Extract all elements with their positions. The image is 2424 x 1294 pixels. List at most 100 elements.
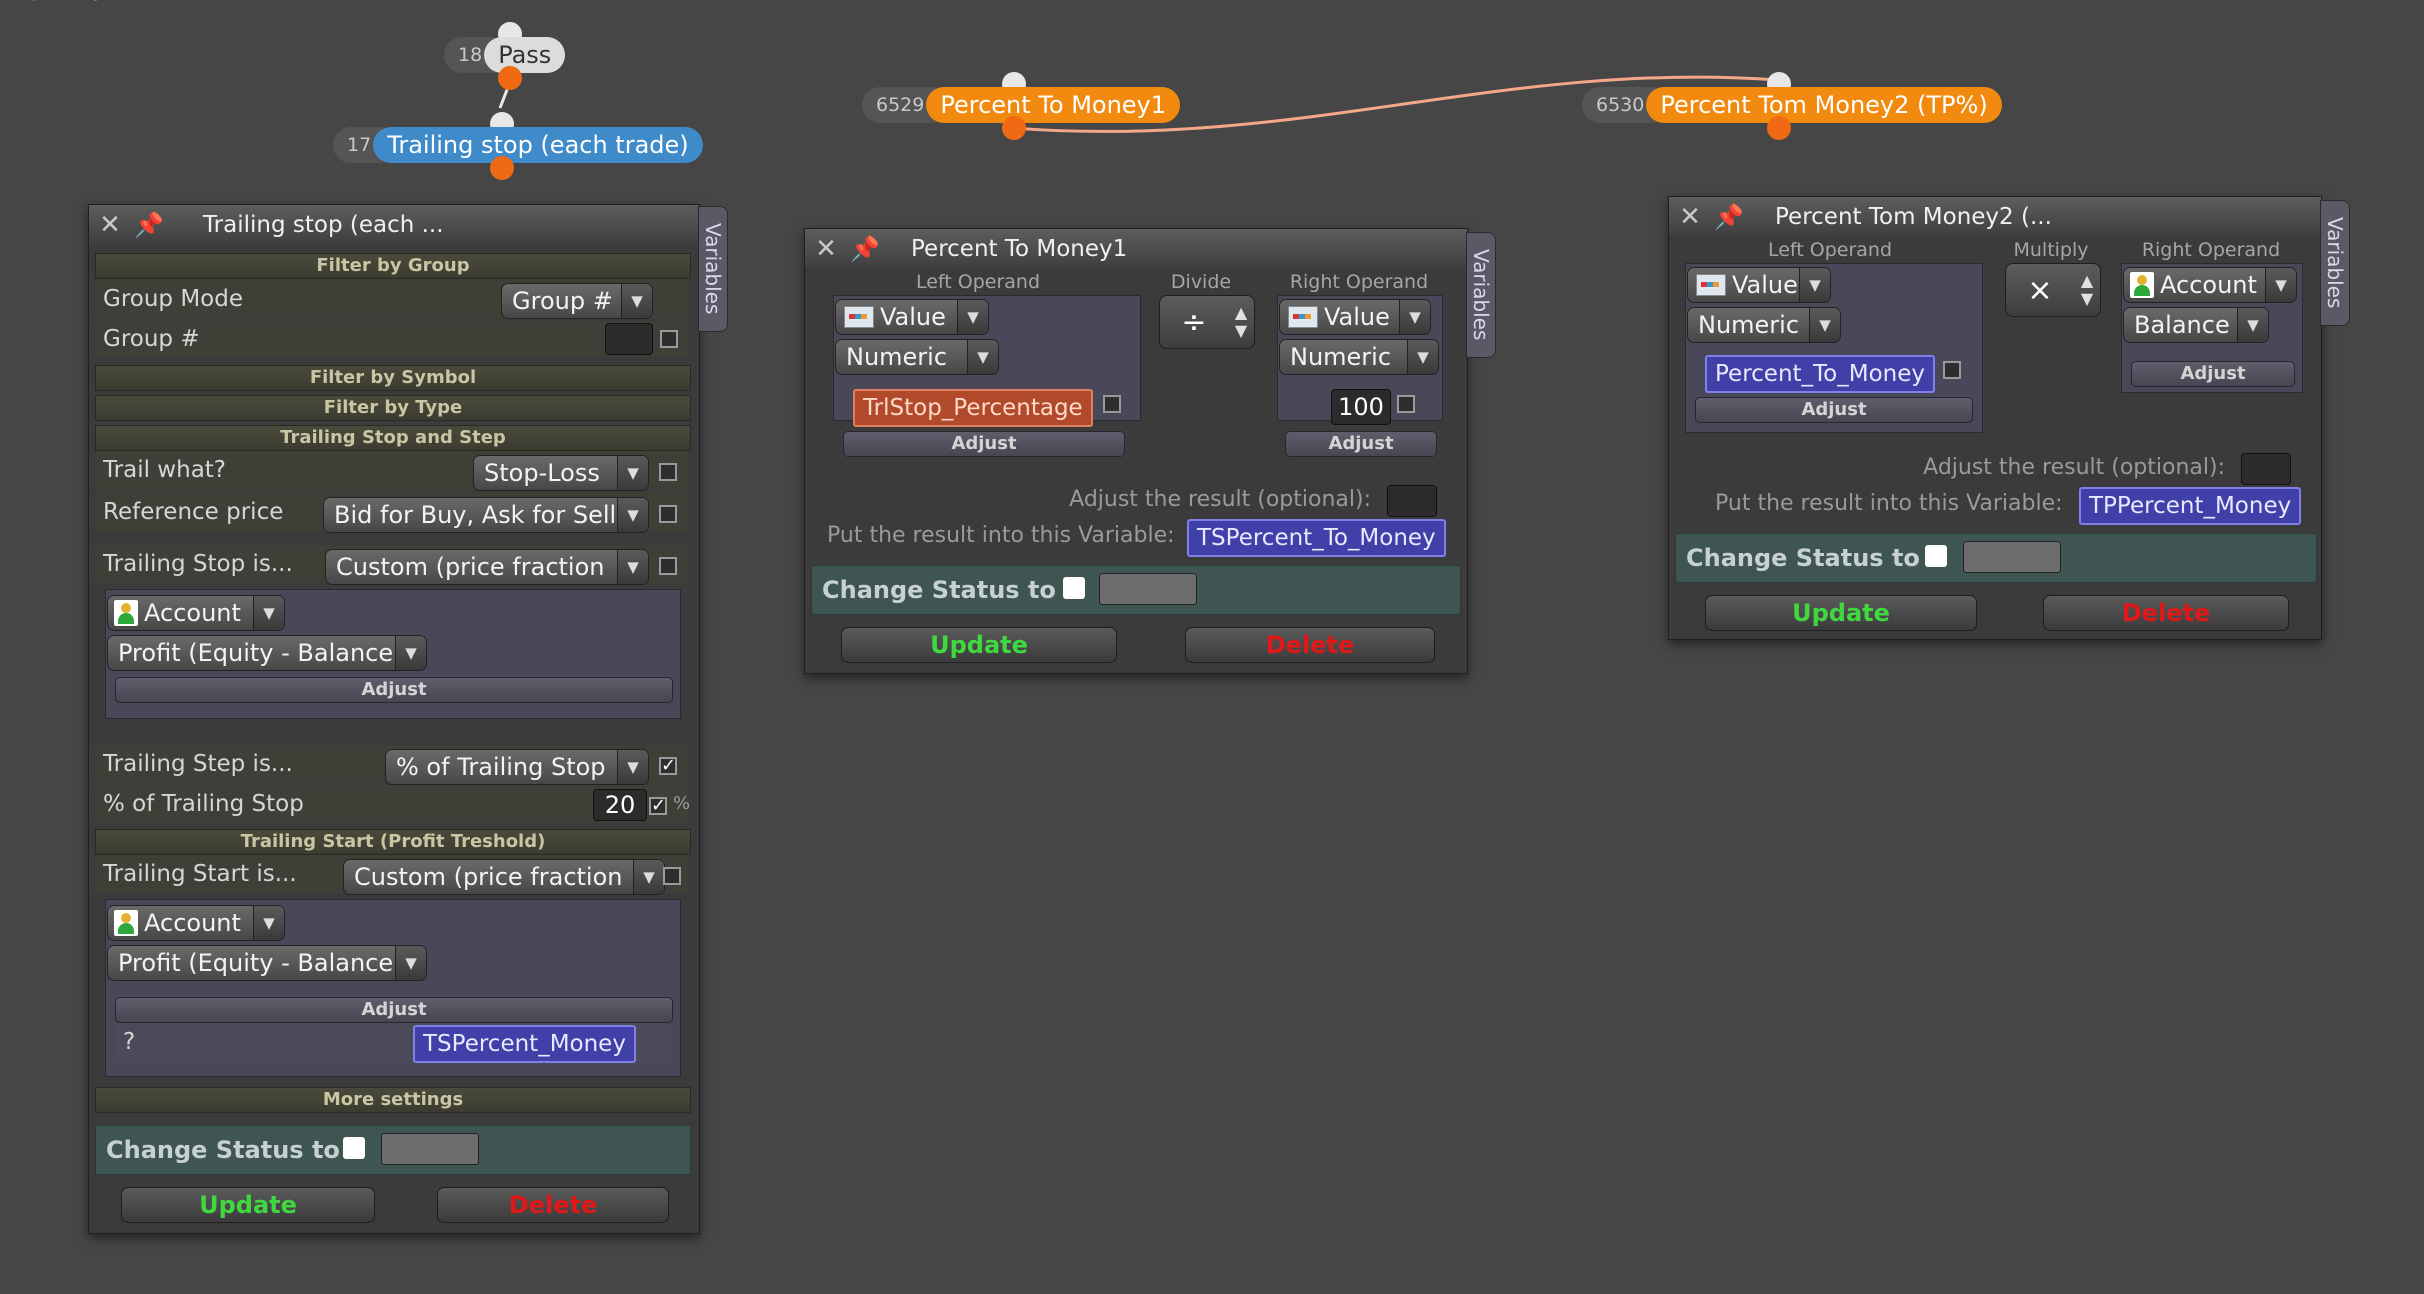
account-value: Account [144, 599, 241, 627]
trailing-step-is-dropdown[interactable]: % of Trailing Stop ▼ [385, 749, 649, 785]
change-status-checkbox[interactable] [343, 1137, 365, 1159]
close-icon[interactable]: ✕ [811, 234, 841, 264]
reference-price-dropdown[interactable]: Bid for Buy, Ask for Sell ▼ [323, 497, 649, 533]
chevron-down-icon: ▼ [1407, 340, 1438, 374]
change-status-field[interactable] [381, 1133, 479, 1165]
update-button[interactable]: Update [121, 1187, 375, 1223]
pass-output-port[interactable] [498, 66, 522, 90]
section-more-settings[interactable]: More settings [95, 1087, 691, 1113]
group-mode-dropdown[interactable]: Group # ▼ [501, 283, 653, 319]
value-icon [844, 306, 874, 328]
change-status-field[interactable] [1099, 573, 1197, 605]
left-type-value: Value [880, 303, 946, 331]
adjust-right-button[interactable]: Adjust [2131, 361, 2295, 387]
section-trailing-stop-and-step[interactable]: Trailing Stop and Step [95, 425, 691, 451]
trailing-output-port[interactable] [490, 156, 514, 180]
percent-tom-money2-panel: ✕ 📌 Percent Tom Money2 (... Left Operand… [1668, 196, 2322, 640]
trailing-start-dropdown[interactable]: Custom (price fraction ▼ [343, 859, 665, 895]
chevron-down-icon: ▼ [1799, 268, 1830, 302]
tp-percent-money-variable[interactable]: TPPercent_Money [2079, 487, 2302, 525]
left-type-dropdown[interactable]: Value ▼ [835, 299, 989, 335]
node-ptm2-label: Percent Tom Money2 (TP%) [1646, 87, 2002, 123]
change-status-checkbox[interactable] [1925, 545, 1947, 567]
adjust-right-button[interactable]: Adjust [1285, 431, 1437, 457]
pct-trailing-stop-label: % of Trailing Stop [103, 791, 304, 817]
adjust-result-field[interactable] [2241, 453, 2291, 485]
account-icon [114, 600, 138, 626]
left-var-checkbox[interactable] [1943, 361, 1961, 379]
node-percent-tom-money2[interactable]: 6530 Percent Tom Money2 (TP%) [1582, 87, 2002, 123]
right-kind-dropdown[interactable]: Numeric ▼ [1279, 339, 1439, 375]
section-filter-by-symbol[interactable]: Filter by Symbol [95, 365, 691, 391]
delete-button[interactable]: Delete [2043, 595, 2289, 631]
close-icon[interactable]: ✕ [95, 210, 125, 240]
percent-to-money-variable[interactable]: Percent_To_Money [1705, 355, 1936, 393]
trailing-stop-is-label: Trailing Stop is... [103, 551, 293, 577]
change-status-checkbox[interactable] [1063, 577, 1085, 599]
section-trailing-start[interactable]: Trailing Start (Profit Treshold) [95, 829, 691, 855]
pct-trailing-stop-input[interactable]: 20 [593, 789, 647, 821]
percent-to-money1-panel: ✕ 📌 Percent To Money1 Left Operand Divid… [804, 228, 1468, 674]
ptm1-output-port[interactable] [1002, 116, 1026, 140]
chevron-down-icon: ▼ [2237, 308, 2268, 342]
node-trailing-stop[interactable]: 17 Trailing stop (each trade) [333, 127, 703, 163]
right-value-input[interactable]: 100 [1331, 389, 1391, 425]
profit2-dropdown[interactable]: Profit (Equity - Balance ▼ [107, 945, 427, 981]
ts-percent-to-money-variable[interactable]: TSPercent_To_Money [1187, 519, 1446, 557]
adjust2-button[interactable]: Adjust [115, 997, 673, 1023]
left-kind-dropdown[interactable]: Numeric ▼ [1687, 307, 1841, 343]
right-value-checkbox[interactable] [1397, 395, 1415, 413]
pin-icon[interactable]: 📌 [1705, 203, 1753, 231]
up-down-arrows-icon: ▲ ▼ [2080, 271, 2094, 308]
ts-percent-money-variable[interactable]: TSPercent_Money [413, 1025, 636, 1063]
adjust-result-field[interactable] [1387, 485, 1437, 517]
group-num-input[interactable] [605, 323, 653, 355]
ptm2-panel-titlebar[interactable]: ✕ 📌 Percent Tom Money2 (... [1669, 197, 2321, 237]
pin-icon[interactable]: 📌 [125, 211, 173, 239]
account-icon [2130, 272, 2154, 298]
chevron-down-icon: ▼ [957, 300, 988, 334]
reference-price-checkbox[interactable] [659, 505, 677, 523]
trailing-start-checkbox[interactable] [663, 867, 681, 885]
update-button[interactable]: Update [841, 627, 1117, 663]
chevron-down-icon: ▼ [633, 860, 664, 894]
account-dropdown[interactable]: Account ▼ [107, 595, 285, 631]
operator-spinner[interactable]: × ▲ ▼ [2005, 263, 2101, 317]
right-type-dropdown[interactable]: Account ▼ [2123, 267, 2297, 303]
right-operand-label: Right Operand [2141, 239, 2281, 261]
left-type-dropdown[interactable]: Value ▼ [1687, 267, 1831, 303]
pct-trailing-stop-checkbox[interactable]: ✓ [649, 797, 667, 815]
trail-what-checkbox[interactable] [659, 463, 677, 481]
right-kind-dropdown[interactable]: Balance ▼ [2123, 307, 2269, 343]
ptm2-output-port[interactable] [1767, 116, 1791, 140]
ptm2-variables-tab[interactable]: Variables [2320, 200, 2350, 326]
adjust-button[interactable]: Adjust [115, 677, 673, 703]
adjust-left-button[interactable]: Adjust [1695, 397, 1973, 423]
section-filter-by-type[interactable]: Filter by Type [95, 395, 691, 421]
operator-spinner[interactable]: ÷ ▲ ▼ [1159, 295, 1255, 349]
trailing-stop-is-dropdown[interactable]: Custom (price fraction ▼ [325, 549, 649, 585]
close-icon[interactable]: ✕ [1675, 202, 1705, 232]
ptm1-variables-tab[interactable]: Variables [1466, 232, 1496, 358]
profit-dropdown[interactable]: Profit (Equity - Balance ▼ [107, 635, 427, 671]
trailing-panel-titlebar[interactable]: ✕ 📌 Trailing stop (each ... [89, 205, 699, 245]
multiply-operator: × [2027, 272, 2053, 308]
right-type-dropdown[interactable]: Value ▼ [1279, 299, 1431, 335]
adjust-left-button[interactable]: Adjust [843, 431, 1125, 457]
trail-what-dropdown[interactable]: Stop-Loss ▼ [473, 455, 649, 491]
trlstop-percentage-variable[interactable]: TrlStop_Percentage [853, 389, 1093, 427]
ptm1-panel-titlebar[interactable]: ✕ 📌 Percent To Money1 [805, 229, 1467, 269]
trailing-step-is-checkbox[interactable]: ✓ [659, 757, 677, 775]
update-button[interactable]: Update [1705, 595, 1977, 631]
delete-button[interactable]: Delete [437, 1187, 669, 1223]
account2-dropdown[interactable]: Account ▼ [107, 905, 285, 941]
delete-button[interactable]: Delete [1185, 627, 1435, 663]
section-filter-by-group[interactable]: Filter by Group [95, 253, 691, 279]
group-num-checkbox[interactable] [660, 330, 678, 348]
left-kind-dropdown[interactable]: Numeric ▼ [835, 339, 999, 375]
left-var-checkbox[interactable] [1103, 395, 1121, 413]
change-status-field[interactable] [1963, 541, 2061, 573]
pin-icon[interactable]: 📌 [841, 235, 889, 263]
trailing-stop-is-checkbox[interactable] [659, 557, 677, 575]
trailing-variables-tab[interactable]: Variables [698, 206, 728, 332]
